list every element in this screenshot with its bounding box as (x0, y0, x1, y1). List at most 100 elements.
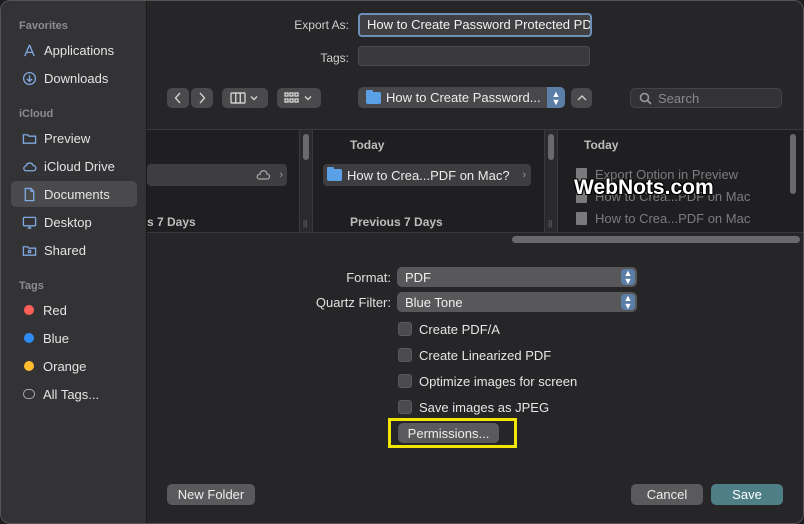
collapse-button[interactable] (571, 88, 592, 108)
column-section-header: Today (350, 138, 385, 152)
column-scroll-thumb[interactable] (790, 134, 796, 194)
sidebar-item-label: Blue (43, 330, 70, 346)
optimize-images-checkbox[interactable]: Optimize images for screen (398, 371, 577, 391)
shared-folder-icon (21, 242, 37, 258)
row-label: How to Crea...PDF on Mac? (347, 167, 510, 183)
red-tag-dot-icon (24, 305, 34, 315)
column-section-header: s 7 Days (147, 215, 196, 229)
format-popup[interactable]: PDF ▲ ▼ (397, 267, 637, 287)
desktop-icon (21, 214, 37, 230)
quartz-filter-popup[interactable]: Blue Tone ▲ ▼ (397, 292, 637, 312)
icloud-header: iCloud (19, 108, 54, 120)
checkbox-label: Create Linearized PDF (419, 347, 552, 363)
sidebar-item-shared[interactable]: Shared (11, 237, 137, 263)
export-as-field[interactable]: How to Create Password Protected PDF on … (358, 13, 592, 37)
column-view-button[interactable] (222, 88, 268, 108)
sidebar-item-downloads[interactable]: Downloads (11, 65, 137, 91)
column-browser: › s 7 Days || Today How to Crea...PDF on… (147, 129, 803, 243)
applications-icon (21, 42, 37, 58)
folder-icon (21, 130, 37, 146)
column-scrollbar[interactable]: || (299, 130, 313, 232)
row-label: How to Crea...PDF on Mac (595, 210, 751, 226)
cloud-download-icon (256, 170, 271, 180)
quartz-filter-value: Blue Tone (405, 294, 463, 310)
tags-header: Tags (19, 280, 44, 292)
sidebar-item-label: Shared (44, 242, 86, 258)
document-icon (21, 186, 37, 202)
new-folder-button[interactable]: New Folder (167, 484, 255, 505)
location-label: How to Create Password... (386, 90, 541, 105)
sidebar-item-label: Orange (43, 358, 87, 374)
chevron-left-icon (174, 92, 181, 104)
checkbox-label: Save images as JPEG (419, 399, 550, 415)
sidebar-item-label: iCloud Drive (44, 158, 115, 174)
watermark: WebNots.com (574, 176, 714, 199)
chevron-right-icon (199, 92, 206, 104)
forward-button[interactable] (191, 88, 213, 108)
updown-chevron-icon: ▲ ▼ (621, 269, 635, 286)
folder-icon (327, 167, 342, 181)
grid-group-icon (284, 92, 312, 103)
checkbox-box[interactable] (398, 400, 412, 414)
sidebar-item-label: Red (43, 302, 67, 318)
checkbox-box[interactable] (398, 322, 412, 336)
checkbox-box[interactable] (398, 348, 412, 362)
sidebar-all-tags[interactable]: All Tags... (11, 381, 137, 407)
favorites-header: Favorites (19, 20, 68, 32)
browser-column-1: › s 7 Days (147, 130, 299, 232)
export-as-label: Export As: (294, 18, 349, 32)
sidebar-tag-red[interactable]: Red (11, 297, 137, 323)
sidebar-item-label: Desktop (44, 214, 92, 230)
downloads-icon (21, 70, 37, 86)
cancel-button[interactable]: Cancel (631, 484, 703, 505)
orange-tag-dot-icon (24, 361, 34, 371)
checkbox-label: Create PDF/A (419, 321, 500, 337)
updown-chevron-icon: ▲ ▼ (547, 87, 565, 108)
cloud-icon (21, 158, 37, 174)
chevron-up-icon (577, 95, 586, 101)
checkbox-box[interactable] (398, 374, 412, 388)
search-field[interactable]: Search (630, 88, 782, 108)
column-view-icon (230, 92, 258, 104)
all-tags-icon (23, 389, 35, 399)
format-value: PDF (405, 269, 431, 285)
column-scrollbar[interactable]: || (544, 130, 558, 232)
folder-row[interactable]: How to Crea...PDF on Mac? › (323, 164, 531, 186)
browser-column-2: Today How to Crea...PDF on Mac? › Previo… (313, 130, 544, 232)
save-button[interactable]: Save (711, 484, 783, 505)
sidebar-item-label: All Tags... (43, 386, 100, 402)
quartz-filter-label: Quartz Filter: (315, 295, 391, 310)
sidebar-item-applications[interactable]: Applications (11, 37, 137, 63)
save-images-jpeg-checkbox[interactable]: Save images as JPEG (398, 397, 549, 417)
permissions-button[interactable]: Permissions... (398, 423, 499, 443)
search-icon (639, 92, 652, 105)
create-linearized-pdf-checkbox[interactable]: Create Linearized PDF (398, 345, 551, 365)
sidebar: Favorites Applications Downloads iCloud … (1, 1, 147, 523)
checkbox-label: Optimize images for screen (419, 373, 578, 389)
create-pdfa-checkbox[interactable]: Create PDF/A (398, 319, 500, 339)
browser-column-3: Today Export Option in Preview How to Cr… (558, 130, 803, 232)
sidebar-item-preview[interactable]: Preview (11, 125, 137, 151)
group-by-button[interactable] (277, 88, 321, 108)
chevron-right-icon: › (522, 169, 526, 181)
horizontal-scrollbar[interactable] (512, 236, 800, 243)
sidebar-item-label: Downloads (44, 70, 109, 86)
back-button[interactable] (167, 88, 189, 108)
sidebar-item-desktop[interactable]: Desktop (11, 209, 137, 235)
sidebar-item-documents[interactable]: Documents (11, 181, 137, 207)
column-section-header: Today (584, 138, 619, 152)
sidebar-tag-orange[interactable]: Orange (11, 353, 137, 379)
file-row[interactable]: How to Crea...PDF on Mac (576, 207, 750, 229)
icloud-folder-row[interactable]: › (147, 164, 287, 186)
sidebar-item-icloud-drive[interactable]: iCloud Drive (11, 153, 137, 179)
chevron-right-icon: › (279, 169, 283, 181)
blue-tag-dot-icon (24, 333, 34, 343)
format-label: Format: (346, 270, 391, 285)
tags-field[interactable] (358, 46, 590, 66)
tags-label: Tags: (320, 51, 349, 65)
location-popup[interactable]: How to Create Password... ▲ ▼ (358, 87, 565, 108)
sidebar-item-label: Preview (44, 130, 91, 146)
sidebar-tag-blue[interactable]: Blue (11, 325, 137, 351)
sidebar-item-label: Documents (44, 186, 110, 202)
sidebar-item-label: Applications (44, 42, 115, 58)
